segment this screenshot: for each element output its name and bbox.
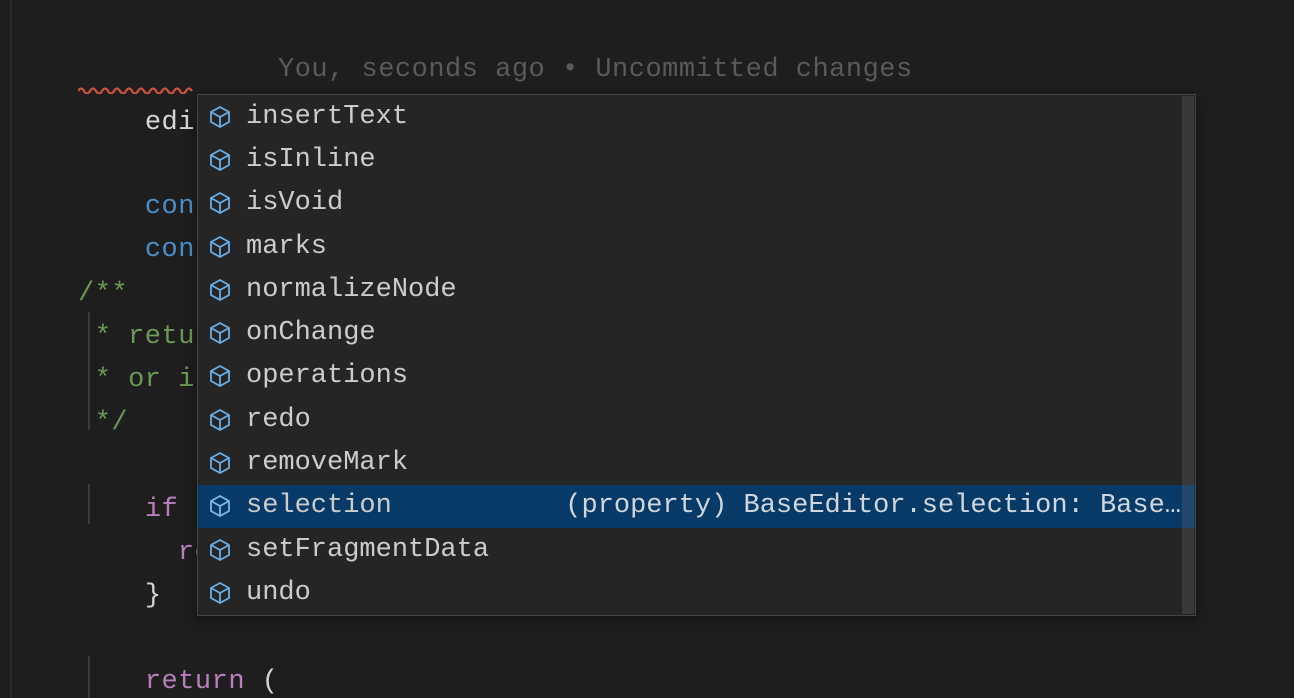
suggestion-item[interactable]: insertText (198, 95, 1195, 138)
field-icon (208, 105, 232, 129)
field-icon (208, 581, 232, 605)
suggestion-item[interactable]: setFragmentData (198, 528, 1195, 571)
suggestion-label: selection (246, 491, 392, 521)
field-icon (208, 321, 232, 345)
field-icon (208, 538, 232, 562)
suggestion-item[interactable]: removeMark (198, 441, 1195, 484)
suggestion-label: setFragmentData (246, 535, 489, 565)
suggestion-item[interactable]: normalizeNode (198, 268, 1195, 311)
suggestion-detail: (property) BaseEditor.selection: Base… (434, 491, 1181, 521)
suggestion-item[interactable]: operations (198, 355, 1195, 398)
field-icon (208, 278, 232, 302)
suggestion-label: operations (246, 361, 408, 391)
comment-open: /** (78, 272, 128, 316)
suggestion-label: undo (246, 578, 311, 608)
field-icon (208, 451, 232, 475)
comment-line: * retu (78, 315, 195, 359)
field-icon (208, 148, 232, 172)
field-icon (208, 408, 232, 432)
suggestion-item[interactable]: undo (198, 571, 1195, 614)
comment-line: * or i (78, 358, 195, 402)
suggestion-label: insertText (246, 102, 408, 132)
scrollbar-thumb[interactable] (1182, 96, 1194, 614)
suggestion-label: onChange (246, 318, 376, 348)
git-blame-annotation: You, seconds ago • Uncommitted changes (278, 55, 913, 85)
suggestion-item[interactable]: isInline (198, 138, 1195, 181)
brace-close: } (145, 581, 162, 611)
comment-close: */ (78, 401, 128, 445)
code-editor-area[interactable]: editor. You, seconds ago • Uncommitted c… (0, 0, 1294, 698)
suggestion-item[interactable]: selection (property) BaseEditor.selection… (198, 485, 1195, 528)
suggestion-item[interactable]: isVoid (198, 182, 1195, 225)
suggestion-label: isVoid (246, 188, 343, 218)
suggestion-item[interactable]: marks (198, 225, 1195, 268)
error-squiggle (78, 86, 196, 94)
field-icon (208, 235, 232, 259)
field-icon (208, 494, 232, 518)
gutter-edge (10, 0, 12, 698)
suggestion-label: redo (246, 405, 311, 435)
suggestion-label: isInline (246, 145, 376, 175)
suggestion-label: removeMark (246, 448, 408, 478)
suggestion-item[interactable]: onChange (198, 311, 1195, 354)
suggestion-label: normalizeNode (246, 275, 457, 305)
intellisense-popup[interactable]: insertText isInline isVoid marks normalizeNo… (197, 94, 1196, 616)
suggestion-label: marks (246, 232, 327, 262)
suggestion-item[interactable]: redo (198, 398, 1195, 441)
field-icon (208, 191, 232, 215)
field-icon (208, 364, 232, 388)
